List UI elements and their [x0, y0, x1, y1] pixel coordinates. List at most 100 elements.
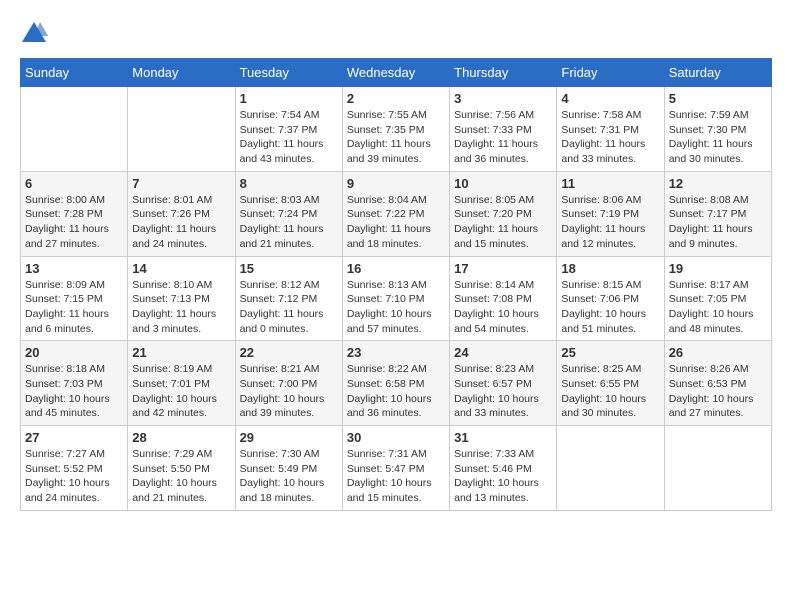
- weekday-header-tuesday: Tuesday: [235, 59, 342, 87]
- logo-icon: [20, 20, 48, 48]
- weekday-header-friday: Friday: [557, 59, 664, 87]
- calendar-cell: 6Sunrise: 8:00 AM Sunset: 7:28 PM Daylig…: [21, 171, 128, 256]
- day-number: 17: [454, 261, 552, 276]
- day-number: 3: [454, 91, 552, 106]
- calendar-cell: 14 Sunrise: 8:10 AM Sunset: 7:13 PM Dayli…: [128, 256, 235, 341]
- day-info: Sunrise: 8:15 AM Sunset: 7:06 PM Dayligh…: [561, 278, 659, 337]
- day-number: 20: [25, 345, 123, 360]
- day-number: 2: [347, 91, 445, 106]
- page-header: [20, 20, 772, 48]
- day-info: Sunrise: 8:23 AM Sunset: 6:57 PM Dayligh…: [454, 362, 552, 421]
- day-info: Sunrise: 8:19 AM Sunset: 7:01 PM Dayligh…: [132, 362, 230, 421]
- calendar-cell: 28 Sunrise: 7:29 AM Sunset: 5:50 PM Dayli…: [128, 426, 235, 511]
- day-info: Sunrise: 7:59 AM Sunset: 7:30 PM Dayligh…: [669, 108, 767, 167]
- calendar-cell: 30Sunrise: 7:31 AM Sunset: 5:47 PM Dayli…: [342, 426, 449, 511]
- calendar-cell: 9 Sunrise: 8:04 AM Sunset: 7:22 PM Daylig…: [342, 171, 449, 256]
- weekday-header-sunday: Sunday: [21, 59, 128, 87]
- day-number: 8: [240, 176, 338, 191]
- day-info: Sunrise: 7:54 AM Sunset: 7:37 PM Dayligh…: [240, 108, 338, 167]
- calendar-cell: 5 Sunrise: 7:59 AM Sunset: 7:30 PM Daylig…: [664, 87, 771, 172]
- day-info: Sunrise: 8:14 AM Sunset: 7:08 PM Dayligh…: [454, 278, 552, 337]
- calendar-table: SundayMondayTuesdayWednesdayThursdayFrid…: [20, 58, 772, 511]
- day-number: 10: [454, 176, 552, 191]
- day-number: 4: [561, 91, 659, 106]
- day-number: 28: [132, 430, 230, 445]
- calendar-cell: 24 Sunrise: 8:23 AM Sunset: 6:57 PM Dayli…: [450, 341, 557, 426]
- weekday-header-monday: Monday: [128, 59, 235, 87]
- day-info: Sunrise: 8:17 AM Sunset: 7:05 PM Dayligh…: [669, 278, 767, 337]
- day-number: 19: [669, 261, 767, 276]
- day-number: 16: [347, 261, 445, 276]
- day-info: Sunrise: 8:18 AM Sunset: 7:03 PM Dayligh…: [25, 362, 123, 421]
- day-info: Sunrise: 8:01 AM Sunset: 7:26 PM Dayligh…: [132, 193, 230, 252]
- calendar-cell: 22 Sunrise: 8:21 AM Sunset: 7:00 PM Dayli…: [235, 341, 342, 426]
- day-info: Sunrise: 8:10 AM Sunset: 7:13 PM Dayligh…: [132, 278, 230, 337]
- calendar-cell: 21 Sunrise: 8:19 AM Sunset: 7:01 PM Dayli…: [128, 341, 235, 426]
- calendar-cell: 1 Sunrise: 7:54 AM Sunset: 7:37 PM Daylig…: [235, 87, 342, 172]
- day-info: Sunrise: 7:27 AM Sunset: 5:52 PM Dayligh…: [25, 447, 123, 506]
- day-number: 27: [25, 430, 123, 445]
- weekday-header-wednesday: Wednesday: [342, 59, 449, 87]
- calendar-cell: 20 Sunrise: 8:18 AM Sunset: 7:03 PM Dayli…: [21, 341, 128, 426]
- day-number: 23: [347, 345, 445, 360]
- day-number: 25: [561, 345, 659, 360]
- weekday-header-thursday: Thursday: [450, 59, 557, 87]
- day-number: 13: [25, 261, 123, 276]
- calendar-header-row: SundayMondayTuesdayWednesdayThursdayFrid…: [21, 59, 772, 87]
- day-number: 22: [240, 345, 338, 360]
- day-number: 14: [132, 261, 230, 276]
- day-number: 11: [561, 176, 659, 191]
- day-number: 24: [454, 345, 552, 360]
- day-number: 5: [669, 91, 767, 106]
- calendar-cell: 26 Sunrise: 8:26 AM Sunset: 6:53 PM Dayli…: [664, 341, 771, 426]
- calendar-cell: 31Sunrise: 7:33 AM Sunset: 5:46 PM Dayli…: [450, 426, 557, 511]
- day-number: 1: [240, 91, 338, 106]
- calendar-week-row: 20 Sunrise: 8:18 AM Sunset: 7:03 PM Dayli…: [21, 341, 772, 426]
- calendar-cell: 4 Sunrise: 7:58 AM Sunset: 7:31 PM Daylig…: [557, 87, 664, 172]
- calendar-cell: 8 Sunrise: 8:03 AM Sunset: 7:24 PM Daylig…: [235, 171, 342, 256]
- calendar-cell: [557, 426, 664, 511]
- day-info: Sunrise: 8:13 AM Sunset: 7:10 PM Dayligh…: [347, 278, 445, 337]
- calendar-cell: 29Sunrise: 7:30 AM Sunset: 5:49 PM Dayli…: [235, 426, 342, 511]
- calendar-cell: [664, 426, 771, 511]
- calendar-week-row: 13Sunrise: 8:09 AM Sunset: 7:15 PM Dayli…: [21, 256, 772, 341]
- calendar-cell: 19 Sunrise: 8:17 AM Sunset: 7:05 PM Dayli…: [664, 256, 771, 341]
- calendar-cell: 23 Sunrise: 8:22 AM Sunset: 6:58 PM Dayli…: [342, 341, 449, 426]
- calendar-cell: 17 Sunrise: 8:14 AM Sunset: 7:08 PM Dayli…: [450, 256, 557, 341]
- calendar-cell: 25 Sunrise: 8:25 AM Sunset: 6:55 PM Dayli…: [557, 341, 664, 426]
- logo: [20, 20, 52, 48]
- day-info: Sunrise: 7:31 AM Sunset: 5:47 PM Dayligh…: [347, 447, 445, 506]
- calendar-cell: 15Sunrise: 8:12 AM Sunset: 7:12 PM Dayli…: [235, 256, 342, 341]
- day-number: 31: [454, 430, 552, 445]
- day-info: Sunrise: 8:21 AM Sunset: 7:00 PM Dayligh…: [240, 362, 338, 421]
- day-info: Sunrise: 8:05 AM Sunset: 7:20 PM Dayligh…: [454, 193, 552, 252]
- day-info: Sunrise: 8:03 AM Sunset: 7:24 PM Dayligh…: [240, 193, 338, 252]
- day-number: 15: [240, 261, 338, 276]
- calendar-cell: [21, 87, 128, 172]
- day-info: Sunrise: 7:58 AM Sunset: 7:31 PM Dayligh…: [561, 108, 659, 167]
- day-number: 26: [669, 345, 767, 360]
- day-number: 9: [347, 176, 445, 191]
- day-number: 21: [132, 345, 230, 360]
- day-info: Sunrise: 8:26 AM Sunset: 6:53 PM Dayligh…: [669, 362, 767, 421]
- day-number: 6: [25, 176, 123, 191]
- day-number: 7: [132, 176, 230, 191]
- day-info: Sunrise: 8:22 AM Sunset: 6:58 PM Dayligh…: [347, 362, 445, 421]
- day-info: Sunrise: 7:55 AM Sunset: 7:35 PM Dayligh…: [347, 108, 445, 167]
- calendar-cell: 7 Sunrise: 8:01 AM Sunset: 7:26 PM Daylig…: [128, 171, 235, 256]
- calendar-cell: 3 Sunrise: 7:56 AM Sunset: 7:33 PM Daylig…: [450, 87, 557, 172]
- weekday-header-saturday: Saturday: [664, 59, 771, 87]
- day-info: Sunrise: 8:06 AM Sunset: 7:19 PM Dayligh…: [561, 193, 659, 252]
- day-info: Sunrise: 8:25 AM Sunset: 6:55 PM Dayligh…: [561, 362, 659, 421]
- day-info: Sunrise: 8:08 AM Sunset: 7:17 PM Dayligh…: [669, 193, 767, 252]
- calendar-cell: 11 Sunrise: 8:06 AM Sunset: 7:19 PM Dayli…: [557, 171, 664, 256]
- calendar-week-row: 6Sunrise: 8:00 AM Sunset: 7:28 PM Daylig…: [21, 171, 772, 256]
- day-info: Sunrise: 8:04 AM Sunset: 7:22 PM Dayligh…: [347, 193, 445, 252]
- calendar-cell: 12Sunrise: 8:08 AM Sunset: 7:17 PM Dayli…: [664, 171, 771, 256]
- calendar-cell: 27 Sunrise: 7:27 AM Sunset: 5:52 PM Dayli…: [21, 426, 128, 511]
- calendar-cell: 2 Sunrise: 7:55 AM Sunset: 7:35 PM Daylig…: [342, 87, 449, 172]
- day-info: Sunrise: 7:29 AM Sunset: 5:50 PM Dayligh…: [132, 447, 230, 506]
- day-number: 18: [561, 261, 659, 276]
- calendar-week-row: 27 Sunrise: 7:27 AM Sunset: 5:52 PM Dayli…: [21, 426, 772, 511]
- day-info: Sunrise: 7:56 AM Sunset: 7:33 PM Dayligh…: [454, 108, 552, 167]
